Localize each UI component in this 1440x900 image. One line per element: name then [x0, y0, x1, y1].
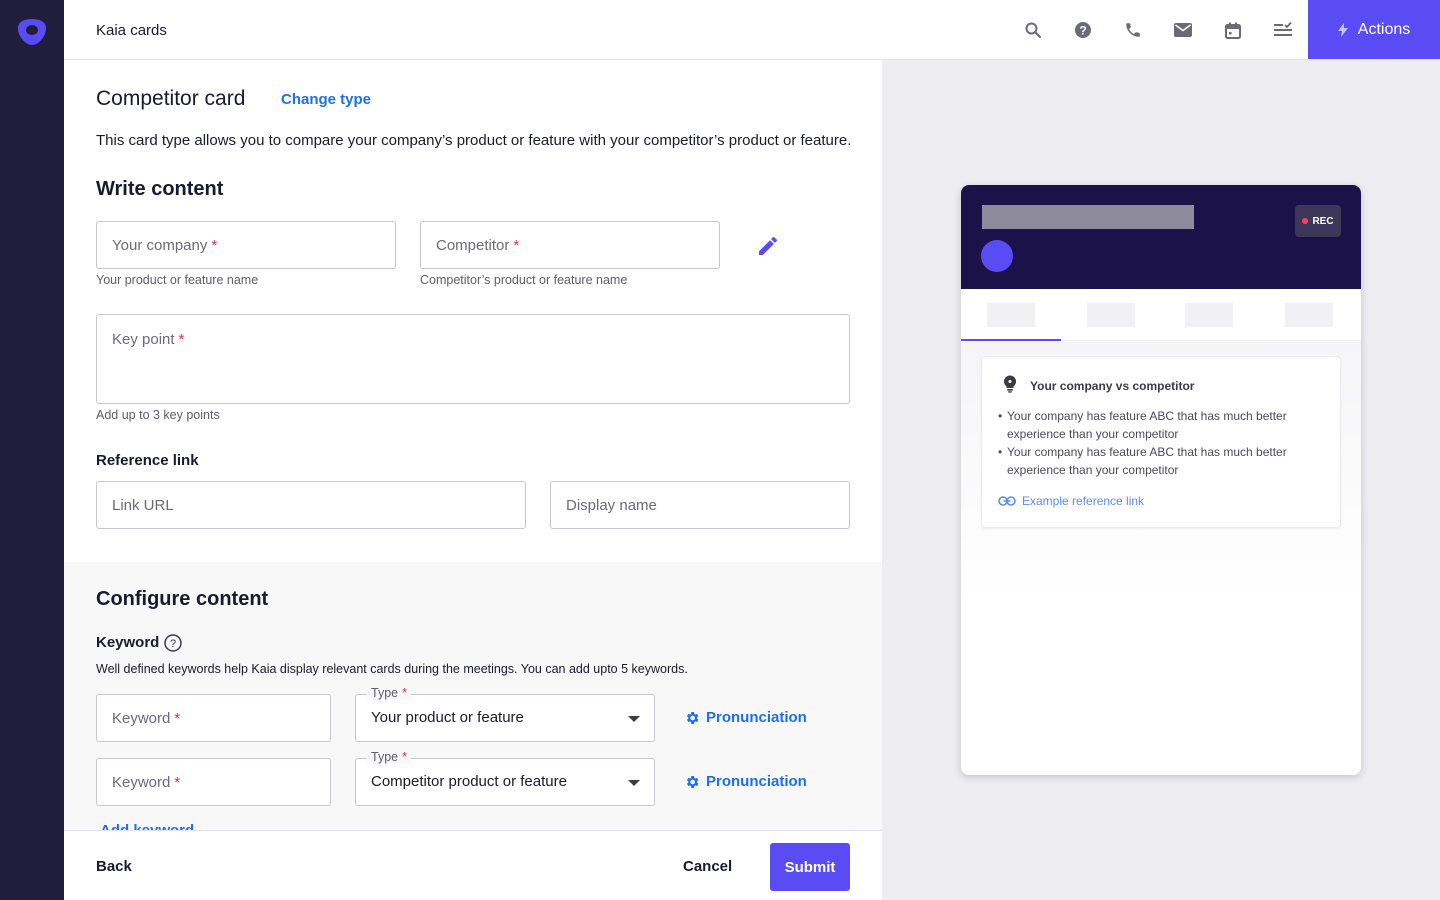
display-name-placeholder: Display name — [566, 497, 657, 514]
card-editor-form: Competitor card Change type This card ty… — [64, 60, 882, 900]
configure-content-heading: Configure content — [96, 588, 269, 610]
back-button[interactable]: Back — [96, 858, 132, 875]
checklist-icon[interactable] — [1271, 18, 1295, 42]
record-dot-icon — [1302, 218, 1309, 224]
preview-card-title: Your company vs competitor — [1030, 379, 1195, 393]
preview-link-text: Example reference link — [1022, 494, 1145, 508]
keyword-hint: Well defined keywords help Kaia display … — [96, 662, 688, 676]
dropdown-arrow-icon — [628, 716, 640, 722]
list-item: Your company has feature ABC that has mu… — [998, 443, 1328, 479]
configure-content-section: Configure content Keyword ? Well defined… — [64, 562, 882, 839]
rec-label: REC — [1312, 215, 1334, 227]
preview-reference-link[interactable]: Example reference link — [998, 494, 1144, 508]
card-type-title: Competitor card — [96, 87, 246, 110]
preview-key-points: Your company has feature ABC that has mu… — [998, 407, 1328, 479]
pronunciation-button-1[interactable]: Pronunciation — [684, 709, 807, 726]
link-url-placeholder: Link URL — [112, 497, 174, 514]
reference-link-label: Reference link — [96, 452, 199, 469]
svg-text:?: ? — [170, 638, 176, 650]
app-logo-icon[interactable] — [16, 16, 48, 48]
competitor-field[interactable]: Competitor * — [420, 221, 720, 269]
your-company-field[interactable]: Your company * — [96, 221, 396, 269]
key-point-placeholder: Key point — [112, 331, 175, 348]
card-type-description: This card type allows you to compare you… — [96, 132, 852, 149]
list-item: Your company has feature ABC that has mu… — [998, 407, 1328, 443]
page-title: Kaia cards — [96, 22, 167, 39]
search-icon[interactable] — [1021, 18, 1045, 42]
preview-tab-placeholder — [1285, 303, 1333, 327]
keyword-help-icon[interactable]: ? — [164, 634, 182, 652]
keyword-field-2[interactable]: Keyword * — [96, 758, 331, 806]
calendar-icon[interactable] — [1221, 18, 1245, 42]
mail-icon[interactable] — [1171, 18, 1195, 42]
actions-button[interactable]: Actions — [1308, 0, 1440, 59]
pronunciation-button-2[interactable]: Pronunciation — [684, 773, 807, 790]
pronunciation-label-2: Pronunciation — [706, 773, 807, 790]
left-nav-rail — [0, 0, 64, 900]
preview-title-placeholder — [982, 205, 1194, 229]
cancel-button[interactable]: Cancel — [683, 858, 732, 875]
gear-icon — [686, 711, 699, 724]
lightbulb-icon — [1003, 375, 1017, 393]
keyword-label: Keyword — [96, 634, 160, 651]
keyword-field-1[interactable]: Keyword * — [96, 694, 331, 742]
preview-tabs — [961, 289, 1361, 341]
link-icon — [998, 496, 1016, 506]
gear-icon — [686, 775, 699, 788]
preview-header: REC — [961, 185, 1361, 289]
actions-label: Actions — [1357, 20, 1411, 38]
type-value-2: Competitor product or feature — [371, 773, 567, 790]
phone-icon[interactable] — [1121, 18, 1145, 42]
keyword-placeholder-2: Keyword — [112, 774, 171, 791]
rec-badge: REC — [1295, 205, 1341, 237]
preview-tab-placeholder — [1087, 303, 1135, 327]
preview-competitor-card: Your company vs competitor Your company … — [981, 356, 1341, 528]
key-point-helper: Add up to 3 key points — [96, 408, 220, 422]
type-label-1: Type — [371, 686, 399, 700]
keyword-type-select-1[interactable]: Type * Your product or feature — [355, 686, 655, 742]
active-tab-indicator — [961, 339, 1061, 341]
avatar — [981, 240, 1013, 272]
preview-tab-placeholder — [1185, 303, 1233, 327]
display-name-field[interactable]: Display name — [550, 481, 850, 529]
form-footer: Back Cancel Submit — [64, 830, 882, 900]
dropdown-arrow-icon — [628, 780, 640, 786]
preview-tab-placeholder — [987, 303, 1035, 327]
edit-pencil-icon[interactable] — [756, 234, 780, 258]
write-content-section: Competitor card Change type This card ty… — [64, 60, 882, 562]
lightning-icon — [1337, 22, 1348, 37]
write-content-heading: Write content — [96, 178, 224, 200]
change-type-link[interactable]: Change type — [281, 91, 371, 108]
keyword-placeholder-1: Keyword — [112, 710, 171, 727]
competitor-helper: Competitor’s product or feature name — [420, 273, 628, 287]
link-url-field[interactable]: Link URL — [96, 481, 526, 529]
preview-body: Your company vs competitor Your company … — [961, 342, 1361, 775]
key-point-field[interactable]: Key point * — [96, 314, 850, 404]
keyword-type-select-2[interactable]: Type * Competitor product or feature — [355, 750, 655, 806]
your-company-helper: Your product or feature name — [96, 273, 259, 287]
type-value-1: Your product or feature — [371, 709, 524, 726]
top-bar: Kaia cards ? Actions — [64, 0, 1440, 60]
your-company-placeholder: Your company — [112, 237, 208, 254]
svg-text:?: ? — [1079, 24, 1086, 38]
help-icon[interactable]: ? — [1071, 18, 1095, 42]
type-label-2: Type — [371, 750, 399, 764]
card-preview: REC Your company vs competitor Your comp… — [961, 185, 1361, 775]
competitor-placeholder: Competitor — [436, 237, 510, 254]
submit-button[interactable]: Submit — [770, 843, 850, 891]
pronunciation-label-1: Pronunciation — [706, 709, 807, 726]
